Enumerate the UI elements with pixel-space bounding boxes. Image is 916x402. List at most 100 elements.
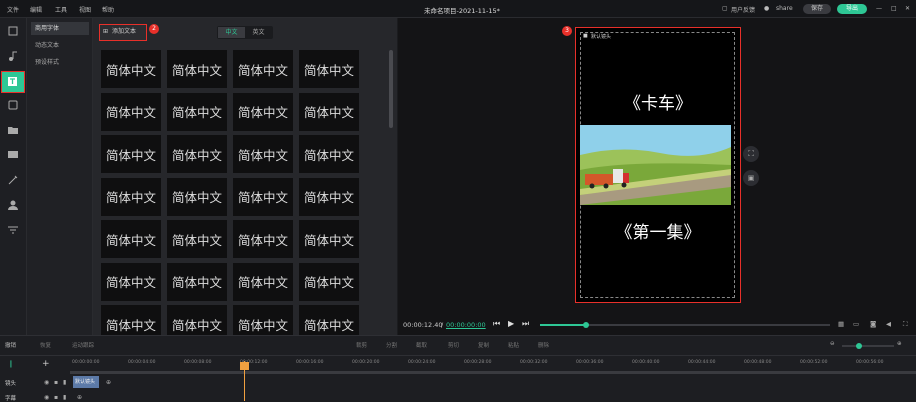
font-style-tile[interactable]: 简体中文: [299, 305, 359, 335]
trash-icon[interactable]: ▮: [63, 379, 66, 386]
font-style-tile[interactable]: 简体中文: [101, 135, 161, 173]
font-style-tile[interactable]: 简体中文: [101, 262, 161, 301]
lock-icon[interactable]: ▣: [743, 170, 759, 186]
nav-dynamic-text[interactable]: 动态文本: [31, 39, 89, 52]
motion-track-button[interactable]: 运动跟踪: [72, 341, 94, 349]
font-style-tile[interactable]: 简体中文: [101, 92, 161, 131]
font-style-tile[interactable]: 简体中文: [167, 135, 227, 173]
title-bottom[interactable]: 《第一集》: [576, 218, 740, 243]
text-style-panel: ⊞ 添加文本 2 中文 英文 简体中文 简体中文 简体中文 简体中文 简体中文 简体中文简…: [93, 18, 397, 335]
font-style-tile[interactable]: 简体中文: [167, 177, 227, 216]
font-style-tile[interactable]: 简体中文: [233, 135, 293, 173]
font-style-tile[interactable]: 简体中文: [299, 92, 359, 131]
magic-icon[interactable]: [6, 173, 20, 187]
user-icon[interactable]: ●: [764, 5, 769, 12]
font-style-tile[interactable]: 简体中文: [233, 92, 293, 131]
ruler-tick-label: 00:00:24:00: [408, 360, 436, 365]
export-button[interactable]: 导出: [837, 4, 867, 14]
save-button[interactable]: 保存: [803, 4, 831, 14]
render-icon[interactable]: ▦: [838, 320, 844, 328]
menu-edit[interactable]: 编辑: [30, 5, 42, 14]
menu-help[interactable]: 帮助: [102, 5, 114, 14]
font-style-tile[interactable]: 简体中文: [167, 305, 227, 335]
zoom-slider[interactable]: [842, 343, 894, 349]
media-icon[interactable]: [6, 24, 20, 38]
add-text-button[interactable]: ⊞ 添加文本: [99, 24, 147, 41]
font-style-tile[interactable]: 简体中文: [101, 50, 161, 88]
subtitle-icon[interactable]: [6, 148, 20, 162]
menu-view[interactable]: 视图: [79, 5, 91, 14]
delete-button[interactable]: 删除: [538, 341, 549, 349]
panel-scrollbar[interactable]: [389, 50, 393, 128]
title-top[interactable]: 《卡车》: [576, 89, 740, 114]
tab-chinese[interactable]: 中文: [218, 27, 245, 38]
maximize-icon[interactable]: □: [891, 5, 897, 12]
tab-english[interactable]: 英文: [245, 27, 272, 38]
font-style-tile[interactable]: 简体中文: [167, 92, 227, 131]
font-style-tile[interactable]: 简体中文: [167, 262, 227, 301]
font-style-tile[interactable]: 简体中文: [233, 177, 293, 216]
scrub-bar[interactable]: [70, 371, 916, 374]
next-frame-icon[interactable]: ⏭: [522, 319, 529, 329]
person-icon[interactable]: [6, 198, 20, 212]
play-icon[interactable]: ▶: [508, 319, 514, 328]
trim-button[interactable]: 截取: [416, 341, 427, 349]
fit-screen-icon[interactable]: ⛶: [743, 146, 759, 162]
preview-canvas[interactable]: ■ 默认镜头 《卡车》 《第一集》: [575, 27, 741, 303]
font-style-tile[interactable]: 简体中文: [299, 135, 359, 173]
prev-frame-icon[interactable]: ⏮: [493, 319, 500, 329]
lock-track-icon[interactable]: ▪: [54, 379, 58, 386]
folder-icon[interactable]: [6, 123, 20, 137]
music-icon[interactable]: [6, 49, 20, 63]
aspect-icon[interactable]: ▭: [853, 320, 859, 328]
zoom-out-icon[interactable]: ⊖: [830, 341, 835, 347]
copy-button[interactable]: 复制: [478, 341, 489, 349]
filter-icon[interactable]: [6, 223, 20, 237]
font-style-tile[interactable]: 简体中文: [233, 50, 293, 88]
add-clip-icon[interactable]: ⊕: [106, 379, 111, 386]
font-style-tile[interactable]: 简体中文: [233, 220, 293, 258]
font-style-tile[interactable]: 简体中文: [101, 220, 161, 258]
feedback-icon[interactable]: ▢: [722, 5, 728, 12]
menu-tools[interactable]: 工具: [55, 5, 67, 14]
font-style-tile[interactable]: 简体中文: [233, 305, 293, 335]
camera-icon: ■: [583, 33, 588, 39]
share-link[interactable]: share: [776, 5, 793, 12]
paste-button[interactable]: 粘贴: [508, 341, 519, 349]
nav-commercial-fonts[interactable]: 商用字体: [31, 22, 89, 35]
nav-preset-styles[interactable]: 预设样式: [31, 56, 89, 69]
zoom-knob[interactable]: [856, 343, 862, 349]
playback-slider[interactable]: [540, 322, 830, 328]
playback-progress: [540, 324, 587, 326]
playback-knob[interactable]: [583, 322, 590, 328]
add-track-button[interactable]: +: [42, 359, 50, 369]
visibility-icon[interactable]: ◉: [44, 379, 49, 386]
font-style-tile[interactable]: 简体中文: [233, 262, 293, 301]
total-time[interactable]: 00:00:00:00: [446, 321, 486, 329]
split-button[interactable]: 分割: [386, 341, 397, 349]
font-style-tile[interactable]: 简体中文: [299, 262, 359, 301]
font-style-tile[interactable]: 简体中文: [101, 177, 161, 216]
crop-button[interactable]: 裁剪: [356, 341, 367, 349]
playhead-handle[interactable]: [240, 362, 249, 370]
font-style-tile[interactable]: 简体中文: [299, 177, 359, 216]
zoom-in-icon[interactable]: ⊕: [897, 341, 902, 347]
text-tool-button[interactable]: [1, 71, 25, 93]
feedback-link[interactable]: 用户反馈: [731, 5, 755, 14]
close-icon[interactable]: ✕: [905, 5, 910, 12]
snapshot-icon[interactable]: ◙: [870, 320, 876, 328]
volume-icon[interactable]: ◀: [886, 320, 891, 328]
fullscreen-icon[interactable]: ⛶: [903, 320, 908, 329]
timeline-clip[interactable]: 默认镜头: [73, 376, 99, 388]
font-style-tile[interactable]: 简体中文: [299, 220, 359, 258]
cut-button[interactable]: 剪切: [448, 341, 459, 349]
font-style-tile[interactable]: 简体中文: [299, 50, 359, 88]
menu-file[interactable]: 文件: [7, 5, 19, 14]
font-style-tile[interactable]: 简体中文: [101, 305, 161, 335]
undo-button[interactable]: 撤销: [5, 341, 16, 349]
minimize-icon[interactable]: —: [876, 5, 882, 12]
font-style-tile[interactable]: 简体中文: [167, 50, 227, 88]
font-style-tile[interactable]: 简体中文: [167, 220, 227, 258]
redo-button[interactable]: 恢复: [40, 341, 51, 349]
effects-icon[interactable]: [6, 98, 20, 112]
